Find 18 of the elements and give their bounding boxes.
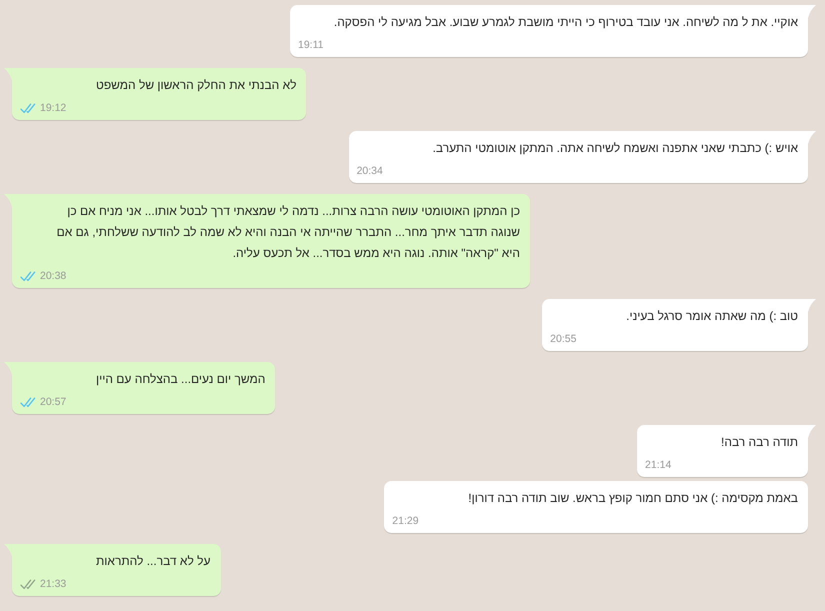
message-time: 21:14	[645, 458, 672, 473]
message-text: טוב :) מה שאתה אומר סרגל בעיני.	[626, 308, 798, 325]
message-time: 19:12	[40, 101, 66, 116]
message-text: המשך יום נעים... בהצלחה עם היין	[96, 371, 266, 388]
message-text: באמת מקסימה :) אני סתם חמור קופץ בראש. שוב תודה רבה דורון!	[468, 490, 798, 507]
message-time: 20:55	[550, 332, 576, 347]
message-text: כן המתקן האוטומטי עושה הרבה צרות... נדמה לי שמצאתי דרך לבטל אותו... אני מניח אם כן שנוגה תדבר איתך מחר... התברר שהייתה אי הבנה והיא לא שמה לב להודעה ששלחתי, גם אם היא "קראה" אותה. נוגה היא ממש בסדר... אל תכעס עליה.	[56, 203, 520, 262]
message-text: על לא דבר... להתראות	[96, 553, 210, 570]
message-text: תודה רבה רבה!	[721, 434, 798, 451]
message-text: לא הבנתי את החלק הראשון של המשפט	[96, 77, 296, 94]
message-text: אוקיי. את ל מה לשיחה. אני עובד בטירוף כי הייתי מושבת לגמרע שבוע. אבל מגיעה לי הפסקה.	[334, 14, 798, 31]
message-time: 19:11	[298, 38, 324, 53]
message-time: 20:34	[356, 164, 383, 179]
message-time: 20:57	[40, 395, 66, 410]
message-text: אויש :) כתבתי שאני אתפנה ואשמח לשיחה אתה. המתקן אוטומטי התערב.	[432, 140, 798, 157]
message-time: 21:33	[40, 577, 66, 592]
message-time: 20:38	[40, 269, 66, 284]
message-time: 21:29	[392, 514, 419, 529]
